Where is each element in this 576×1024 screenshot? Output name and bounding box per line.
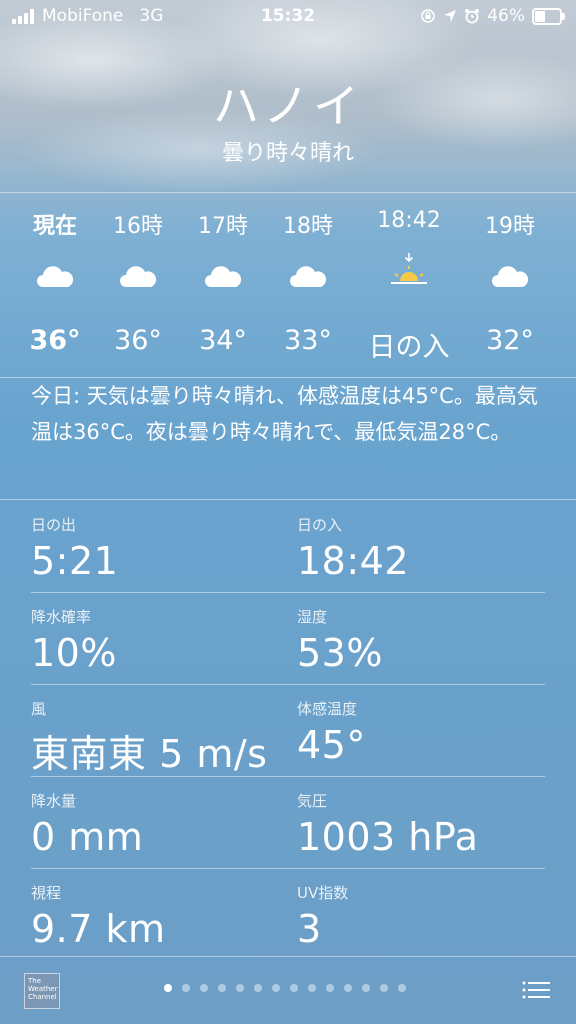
detail-row-divider (31, 592, 545, 593)
page-dot[interactable] (200, 984, 208, 992)
page-dot[interactable] (218, 984, 226, 992)
weather-channel-logo-text: The Weather Channel (28, 977, 58, 1001)
page-dot[interactable] (398, 984, 406, 992)
hourly-time: 19時 (485, 214, 535, 239)
page-dot[interactable] (308, 984, 316, 992)
cloud-icon (203, 263, 243, 289)
hourly-temp: 3 (552, 325, 576, 356)
battery-fill (535, 10, 546, 22)
detail-value: 45° (297, 723, 366, 767)
detail-item: 日の出 5:21 (31, 514, 281, 583)
cloud-icon (35, 263, 75, 289)
hourly-temp: 32° (486, 325, 534, 356)
detail-item: 気圧 1003 hPa (297, 790, 547, 859)
detail-value: 0 mm (31, 815, 144, 859)
page-dot[interactable] (290, 984, 298, 992)
hourly-temp: 34° (199, 325, 247, 356)
list-icon[interactable] (522, 980, 550, 1000)
hourly-temp: 日の入 (368, 332, 450, 363)
detail-item: 視程 9.7 km (31, 882, 281, 951)
detail-label: 降水確率 (31, 608, 92, 626)
detail-label: 気圧 (297, 792, 328, 810)
detail-item: 体感温度 45° (297, 698, 547, 767)
hourly-time: 18時 (283, 214, 333, 239)
daily-summary: 今日: 天気は曇り時々晴れ、体感温度は45°C。最高気温は36°C。夜は曇り時々… (31, 384, 538, 444)
footer: The Weather Channel (0, 956, 576, 1024)
detail-value: 東南東 5 m/s (31, 732, 268, 776)
page-dot[interactable] (380, 984, 388, 992)
cloud-icon (118, 263, 158, 289)
page-dot[interactable] (236, 984, 244, 992)
detail-row-divider (31, 684, 545, 685)
page-dot[interactable] (164, 984, 172, 992)
weather-channel-logo[interactable]: The Weather Channel (24, 973, 60, 1009)
cloud-icon (288, 263, 328, 289)
page-dot[interactable] (182, 984, 190, 992)
rotation-lock-icon (421, 9, 436, 23)
detail-row-divider (31, 776, 545, 777)
divider-summary-bottom (0, 499, 576, 500)
detail-label: UV指数 (297, 884, 349, 902)
detail-label: 湿度 (297, 608, 328, 626)
detail-item: 風東南東 5 m/s (31, 698, 281, 778)
city-name: ハノイ (213, 79, 363, 133)
hourly-forecast[interactable]: 現在 36° 16時 36° 17時 34° 18時 33° 18:42 日の入 19時 32° 2 3 (0, 193, 576, 377)
page-dot[interactable] (344, 984, 352, 992)
detail-value: 18:42 (297, 539, 410, 583)
current-condition: 曇り時々晴れ (221, 141, 354, 166)
detail-item: 降水量 0 mm (31, 790, 281, 859)
detail-value: 9.7 km (31, 907, 166, 951)
page-indicator[interactable] (164, 984, 406, 992)
detail-item: 降水確率 10% (31, 606, 281, 675)
hourly-time: 2 (552, 208, 576, 233)
detail-label: 体感温度 (297, 700, 358, 718)
hourly-temp: 33° (284, 325, 332, 356)
detail-item: 日の入 18:42 (297, 514, 547, 583)
detail-value: 10% (31, 631, 117, 675)
hourly-temp: 36° (114, 325, 162, 356)
cloud-icon (490, 263, 530, 289)
alarm-icon (465, 9, 480, 24)
detail-label: 日の出 (31, 516, 77, 534)
detail-row-divider (31, 868, 545, 869)
hourly-time: 18:42 (377, 208, 441, 233)
detail-value: 53% (297, 631, 383, 675)
location-arrow-icon (444, 10, 457, 22)
sunset-icon (389, 253, 429, 289)
hourly-time: 17時 (198, 214, 248, 239)
detail-label: 降水量 (31, 792, 77, 810)
page-dot[interactable] (272, 984, 280, 992)
detail-value: 1003 hPa (297, 815, 479, 859)
hourly-time: 現在 (32, 214, 77, 239)
battery-icon (532, 7, 565, 25)
detail-item: 湿度 53% (297, 606, 547, 675)
status-bar: MobiFone 3G 15:32 46% (0, 0, 576, 34)
hourly-temp: 36° (29, 325, 81, 356)
battery-percent: 46% (487, 6, 525, 26)
detail-label: 日の入 (297, 516, 343, 534)
detail-value: 3 (297, 907, 322, 951)
page-dot[interactable] (254, 984, 262, 992)
detail-label: 風 (31, 700, 47, 718)
detail-label: 視程 (31, 884, 62, 902)
page-dot[interactable] (362, 984, 370, 992)
page-dot[interactable] (326, 984, 334, 992)
detail-value: 5:21 (31, 539, 119, 583)
hourly-time: 16時 (113, 214, 163, 239)
detail-item: UV指数 3 (297, 882, 547, 951)
